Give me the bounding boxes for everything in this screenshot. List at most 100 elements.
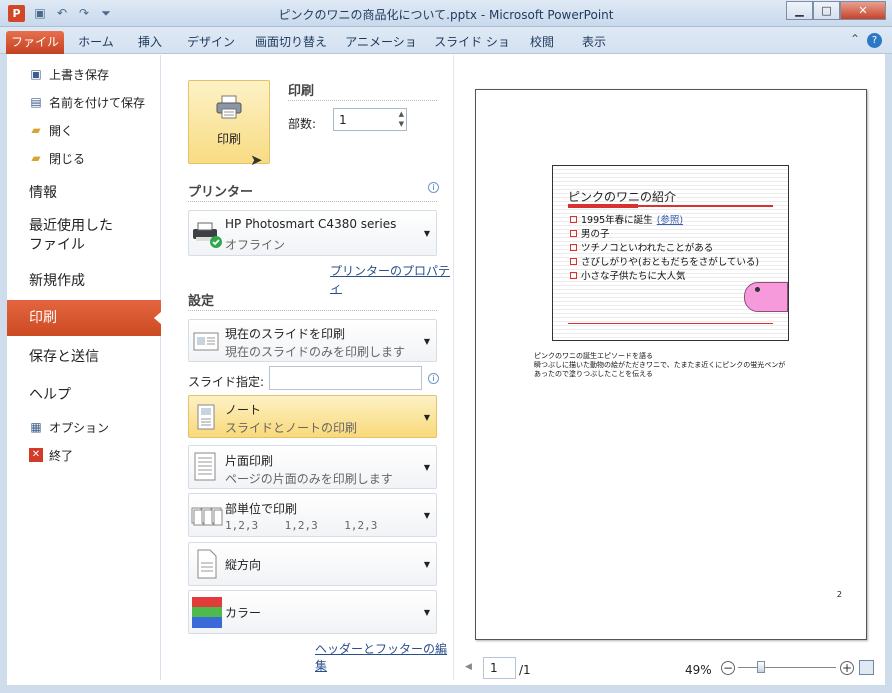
nav-open-label: 開く <box>49 123 74 138</box>
collate-title: 部単位で印刷 <box>225 502 298 516</box>
print-settings-panel: 印刷 ➤ 印刷 部数: 1 ▲ ▼ プリンター i HP Photosmart … <box>162 55 452 680</box>
notes-line: あったので塗りつぶしたことを伝える <box>534 370 653 378</box>
bullet-item: 小さな子供たちに大人気 <box>570 268 759 282</box>
exit-icon: ✕ <box>29 448 43 462</box>
help-icon[interactable]: ? <box>867 33 882 48</box>
backstage-nav: ▣ 上書き保存 ▤ 名前を付けて保存 ▰ 開く ▰ 閉じる 情報 最近使用した … <box>7 55 162 680</box>
nav-save-label: 上書き保存 <box>49 67 110 82</box>
notes-page-icon <box>197 404 215 430</box>
speaker-notes: ピンクのワニの誕生エピソードを語る 瞬つぶしに描いた動物の絵がただきワニで、たま… <box>534 352 834 379</box>
info-icon[interactable]: i <box>428 182 439 193</box>
nav-options[interactable]: ▦ オプション <box>29 417 109 437</box>
maximize-button[interactable]: □ <box>813 1 840 20</box>
tab-file[interactable]: ファイル <box>6 31 64 54</box>
zoom-to-page-icon[interactable] <box>859 660 874 675</box>
layout-title: ノート <box>225 403 262 417</box>
minimize-button[interactable]: ▁ <box>786 1 813 20</box>
tab-view[interactable]: 表示 <box>576 31 612 54</box>
zoom-percent[interactable]: 49% <box>685 663 712 677</box>
layout-subtitle: スライドとノートの印刷 <box>225 421 358 435</box>
tab-slideshow[interactable]: スライド ショー <box>432 31 512 71</box>
orientation-dropdown[interactable]: 縦方向 ▼ <box>188 542 437 586</box>
bullet-item: ツチノコといわれたことがある <box>570 240 759 254</box>
zoom-slider-thumb[interactable] <box>757 661 765 673</box>
collate-icon <box>191 507 223 526</box>
slide-icon <box>193 332 219 351</box>
slide-range-label: スライド指定: <box>188 375 265 389</box>
print-section-title: 印刷 <box>288 84 315 99</box>
page-number-input[interactable]: 1 <box>483 657 516 679</box>
printer-icon <box>216 95 242 119</box>
chevron-down-icon: ▼ <box>423 560 430 569</box>
tab-animations[interactable]: アニメーション <box>342 31 420 71</box>
nav-save[interactable]: ▣ 上書き保存 <box>29 64 109 84</box>
tab-home[interactable]: ホーム <box>74 31 118 54</box>
tab-review[interactable]: 校閲 <box>524 31 560 54</box>
sides-dropdown[interactable]: 片面印刷 ページの片面のみを印刷します ▼ <box>188 445 437 489</box>
color-dropdown[interactable]: カラー ▼ <box>188 590 437 634</box>
tab-design[interactable]: デザイン <box>184 31 238 54</box>
chevron-down-icon: ▼ <box>423 608 430 617</box>
window-frame-bottom <box>0 685 892 693</box>
chevron-down-icon: ▼ <box>423 337 430 346</box>
previous-page-icon[interactable]: ◀ <box>465 662 472 672</box>
bullet-square-icon <box>570 229 577 237</box>
bullet-text: さびしがりや(おともだちをさがしている) <box>581 257 760 268</box>
chevron-down-icon: ▼ <box>423 463 430 472</box>
slide-bottom-line <box>568 323 773 324</box>
printer-dropdown[interactable]: HP Photosmart C4380 series オフライン ▼ <box>188 210 437 256</box>
options-icon: ▦ <box>30 420 42 434</box>
collate-dropdown[interactable]: 部単位で印刷 1,2,3 1,2,3 1,2,3 ▼ <box>188 493 437 537</box>
copies-value: 1 <box>339 113 347 127</box>
info-icon[interactable]: i <box>428 373 439 384</box>
bullet-link: (参照) <box>656 215 684 226</box>
print-what-dropdown[interactable]: 現在のスライドを印刷 現在のスライドのみを印刷します ▼ <box>188 319 437 362</box>
nav-save-send[interactable]: 保存と送信 <box>29 346 99 366</box>
single-sided-icon <box>194 452 216 481</box>
sides-subtitle: ページの片面のみを印刷します <box>225 472 393 486</box>
pink-crocodile-image <box>744 282 788 312</box>
printer-properties-link[interactable]: プリンターのプロパティ <box>330 262 452 296</box>
layout-dropdown[interactable]: ノート スライドとノートの印刷 ▼ <box>188 395 437 438</box>
bullet-text: 小さな子供たちに大人気 <box>581 271 686 282</box>
bullet-text: ツチノコといわれたことがある <box>581 243 714 254</box>
spin-down-icon[interactable]: ▼ <box>399 120 404 128</box>
nav-recent[interactable]: 最近使用した ファイル <box>29 217 113 255</box>
slide-bullets: 1995年春に誕生 (参照) 男の子 ツチノコといわれたことがある さびしがりや… <box>570 212 759 282</box>
orientation-title: 縦方向 <box>225 558 262 572</box>
copies-input[interactable]: 1 ▲ ▼ <box>333 108 407 131</box>
spin-up-icon[interactable]: ▲ <box>399 110 404 118</box>
nav-save-as[interactable]: ▤ 名前を付けて保存 <box>29 92 145 112</box>
divider <box>188 201 437 202</box>
chevron-down-icon: ▼ <box>423 413 430 422</box>
slide-title: ピンクのワニの紹介 <box>568 190 677 204</box>
zoom-slider[interactable] <box>738 667 836 668</box>
nav-exit[interactable]: ✕ 終了 <box>29 445 73 465</box>
slide-range-input[interactable] <box>269 366 422 390</box>
nav-close[interactable]: ▰ 閉じる <box>29 148 85 168</box>
page-number: 2 <box>836 590 842 599</box>
color-title: カラー <box>225 606 262 620</box>
preview-page: ピンクのワニの紹介 1995年春に誕生 (参照) 男の子 ツチノコといわれたこと… <box>475 89 867 640</box>
slide-thumbnail: ピンクのワニの紹介 1995年春に誕生 (参照) 男の子 ツチノコといわれたこと… <box>552 165 789 341</box>
close-button[interactable]: ✕ <box>840 1 886 20</box>
minimize-ribbon-icon[interactable]: ⌃ <box>850 32 860 46</box>
zoom-in-icon[interactable]: + <box>840 661 854 675</box>
nav-info[interactable]: 情報 <box>29 182 57 202</box>
print-preview: ピンクのワニの紹介 1995年春に誕生 (参照) 男の子 ツチノコといわれたこと… <box>453 55 885 680</box>
header-footer-link[interactable]: ヘッダーとフッターの編集 <box>315 640 452 674</box>
portrait-icon <box>197 549 217 579</box>
preview-statusbar: ◀ 1 /1 49% − + <box>453 655 885 683</box>
nav-help[interactable]: ヘルプ <box>29 384 71 404</box>
nav-open[interactable]: ▰ 開く <box>29 120 73 140</box>
bullet-text: 男の子 <box>581 229 610 240</box>
mouse-cursor-icon: ➤ <box>250 151 263 169</box>
window-frame-right <box>885 54 892 693</box>
tab-insert[interactable]: 挿入 <box>130 31 170 54</box>
title-underline <box>568 205 773 207</box>
zoom-out-icon[interactable]: − <box>721 661 735 675</box>
collate-subtitle: 1,2,3 1,2,3 1,2,3 <box>225 519 378 532</box>
nav-new[interactable]: 新規作成 <box>29 270 85 290</box>
tab-transitions[interactable]: 画面切り替え <box>252 31 330 54</box>
nav-print[interactable]: 印刷 <box>7 300 162 336</box>
